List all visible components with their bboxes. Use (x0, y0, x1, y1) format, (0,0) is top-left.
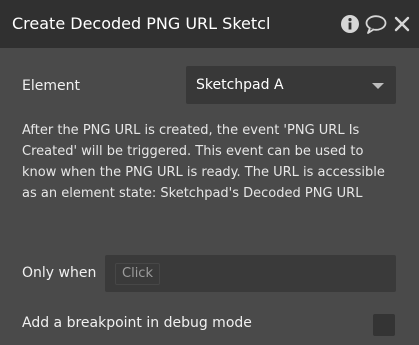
info-icon[interactable] (339, 13, 361, 35)
breakpoint-label: Add a breakpoint in debug mode (22, 315, 252, 331)
action-panel: Create Decoded PNG URL Sketcl Element Sk… (0, 0, 419, 345)
header-icons (335, 12, 413, 36)
panel-title: Create Decoded PNG URL Sketcl (12, 14, 271, 33)
only-when-input[interactable]: Click (105, 255, 396, 292)
help-text: After the PNG URL is created, the event … (22, 123, 385, 201)
chevron-down-icon (372, 83, 384, 89)
only-when-placeholder[interactable]: Click (115, 263, 160, 285)
panel-header: Create Decoded PNG URL Sketcl (0, 0, 419, 48)
close-icon[interactable] (391, 13, 413, 35)
breakpoint-checkbox[interactable] (373, 314, 395, 336)
comment-icon[interactable] (365, 13, 387, 35)
element-dropdown-value: Sketchpad A (196, 77, 284, 93)
element-label: Element (22, 78, 80, 94)
element-dropdown[interactable]: Sketchpad A (186, 66, 396, 104)
only-when-label: Only when (22, 265, 97, 281)
